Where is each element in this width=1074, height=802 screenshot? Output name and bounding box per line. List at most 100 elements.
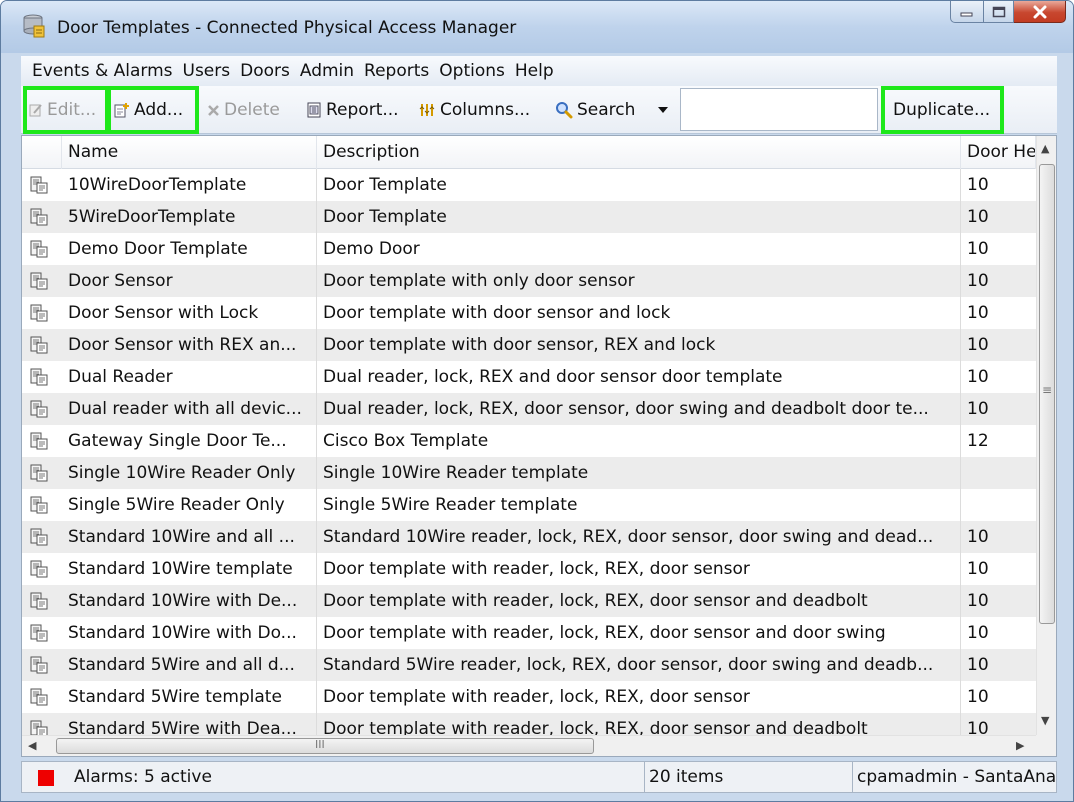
cell-name: Standard 5Wire template — [62, 681, 317, 713]
cell-name: Standard 10Wire with De... — [62, 585, 317, 617]
cell-description: Single 5Wire Reader template — [317, 489, 961, 521]
cell-description: Door template with door sensor and lock — [317, 297, 961, 329]
table-row[interactable]: Standard 5Wire with Dea... Door template … — [22, 713, 1036, 735]
close-button[interactable] — [1014, 1, 1066, 23]
cell-door-held: 10 — [967, 175, 989, 195]
title-bar[interactable]: Door Templates - Connected Physical Acce… — [1, 1, 1073, 53]
cell-door-held — [961, 489, 1036, 521]
table-row[interactable]: Dual Reader Dual reader, lock, REX and do… — [22, 361, 1036, 393]
horizontal-grip-icon: III — [315, 738, 325, 751]
table-row[interactable]: Dual reader with all devic... Dual reader… — [22, 393, 1036, 425]
delete-button[interactable]: Delete — [207, 97, 280, 123]
report-button[interactable]: Report... — [306, 97, 399, 123]
table-row[interactable]: Standard 10Wire with Do... Door template … — [22, 617, 1036, 649]
minimize-icon — [960, 12, 973, 16]
menu-options[interactable]: Options — [438, 61, 506, 81]
cell-door-held: 12 — [967, 431, 989, 451]
cell-description: Door Template — [317, 201, 961, 233]
table-row[interactable]: Standard 10Wire template Door template wi… — [22, 553, 1036, 585]
table-row[interactable]: Standard 10Wire with De... Door template … — [22, 585, 1036, 617]
menu-help[interactable]: Help — [514, 61, 555, 81]
menu-bar: Events & Alarms Users Doors Admin Report… — [21, 56, 1057, 86]
cell-name: 10WireDoorTemplate — [62, 169, 317, 201]
cell-door-held: 10 — [967, 239, 989, 259]
scroll-down-icon[interactable]: ▼ — [1041, 714, 1049, 727]
columns-label: Columns... — [440, 100, 531, 120]
cell-description: Door template with door sensor, REX and … — [317, 329, 961, 361]
menu-doors[interactable]: Doors — [239, 61, 291, 81]
search-dropdown[interactable] — [657, 97, 669, 123]
table-row[interactable]: Door Sensor with REX an... Door template … — [22, 329, 1036, 361]
logged-in-user: cpamadmin - SantaAna — [857, 767, 1056, 787]
table-row[interactable]: Standard 5Wire template Door template wit… — [22, 681, 1036, 713]
table-row[interactable]: Single 5Wire Reader Only Single 5Wire Rea… — [22, 489, 1036, 521]
columns-button[interactable]: Columns... — [418, 97, 530, 123]
menu-events-alarms[interactable]: Events & Alarms — [31, 61, 174, 81]
add-button[interactable]: Add... — [114, 97, 183, 123]
table-row[interactable]: Door Sensor Door template with only door … — [22, 265, 1036, 297]
cell-door-held: 10 — [967, 527, 989, 547]
alarm-status[interactable]: Alarms: 5 active — [22, 762, 645, 792]
vertical-scroll-thumb[interactable]: ≡ — [1039, 164, 1055, 624]
close-icon — [1033, 5, 1046, 18]
add-label: Add... — [134, 100, 184, 120]
door-template-icon — [30, 656, 48, 674]
cell-name: Door Sensor — [62, 265, 317, 297]
search-button[interactable]: Search — [555, 97, 635, 123]
menu-users[interactable]: Users — [182, 61, 232, 81]
table-row[interactable]: Door Sensor with Lock Door template with … — [22, 297, 1036, 329]
cell-name: Single 5Wire Reader Only — [62, 489, 317, 521]
scroll-up-icon[interactable]: ▲ — [1041, 142, 1049, 155]
report-label: Report... — [326, 100, 399, 120]
table-row[interactable]: 10WireDoorTemplate Door Template 10 — [22, 169, 1036, 201]
vertical-scrollbar[interactable]: ▲ ≡ ▼ — [1036, 136, 1056, 735]
table-row[interactable]: Standard 5Wire and all d... Standard 5Wir… — [22, 649, 1036, 681]
header-description[interactable]: Description — [317, 136, 961, 169]
table-row[interactable]: Standard 10Wire and all ... Standard 10Wi… — [22, 521, 1036, 553]
table-row[interactable]: Demo Door Template Demo Door 10 — [22, 233, 1036, 265]
door-template-icon — [30, 208, 48, 226]
scroll-left-icon[interactable]: ◀ — [28, 739, 36, 752]
horizontal-scrollbar[interactable]: ◀ III ▶ — [22, 735, 1036, 756]
door-template-icon — [30, 560, 48, 578]
status-bar: Alarms: 5 active 20 items cpamadmin - Sa… — [21, 761, 1057, 793]
table-row[interactable]: 5WireDoorTemplate Door Template 10 — [22, 201, 1036, 233]
alarm-count: Alarms: 5 active — [74, 767, 212, 787]
maximize-icon — [992, 6, 1005, 17]
cell-description: Standard 10Wire reader, lock, REX, door … — [317, 521, 961, 553]
cell-door-held: 10 — [967, 559, 989, 579]
cell-name: Single 10Wire Reader Only — [62, 457, 317, 489]
minimize-button[interactable] — [950, 1, 984, 23]
add-document-icon — [114, 103, 129, 118]
report-icon — [307, 102, 321, 118]
delete-x-icon — [208, 104, 219, 116]
menu-admin[interactable]: Admin — [299, 61, 355, 81]
cell-door-held: 10 — [967, 655, 989, 675]
header-icon-column[interactable] — [22, 136, 62, 169]
maximize-button[interactable] — [984, 1, 1014, 23]
door-template-icon — [30, 400, 48, 418]
scroll-right-icon[interactable]: ▶ — [1016, 739, 1024, 752]
vertical-grip-icon: ≡ — [1042, 383, 1053, 397]
cell-door-held: 10 — [967, 623, 989, 643]
cell-name: Dual Reader — [62, 361, 317, 393]
menu-reports[interactable]: Reports — [363, 61, 430, 81]
table-row[interactable]: Gateway Single Door Te... Cisco Box Templ… — [22, 425, 1036, 457]
cell-description: Door Template — [317, 169, 961, 201]
horizontal-scroll-thumb[interactable]: III — [56, 738, 594, 754]
door-template-icon — [30, 336, 48, 354]
database-app-icon — [23, 14, 45, 38]
door-template-icon — [30, 592, 48, 610]
cell-name: Standard 5Wire with Dea... — [62, 713, 317, 735]
columns-icon — [419, 104, 435, 116]
header-name[interactable]: Name — [62, 136, 317, 169]
header-door-held[interactable]: Door He — [961, 136, 1036, 169]
duplicate-button[interactable]: Duplicate... — [893, 97, 990, 123]
search-input[interactable] — [680, 88, 878, 131]
table-body: 10WireDoorTemplate Door Template 10 5WireDo… — [22, 169, 1036, 735]
cell-door-held: 10 — [967, 271, 989, 291]
edit-button[interactable]: Edit... — [29, 97, 96, 123]
table-row[interactable]: Single 10Wire Reader Only Single 10Wire R… — [22, 457, 1036, 489]
table-header: Name Description Door He — [22, 136, 1036, 169]
door-template-icon — [30, 368, 48, 386]
